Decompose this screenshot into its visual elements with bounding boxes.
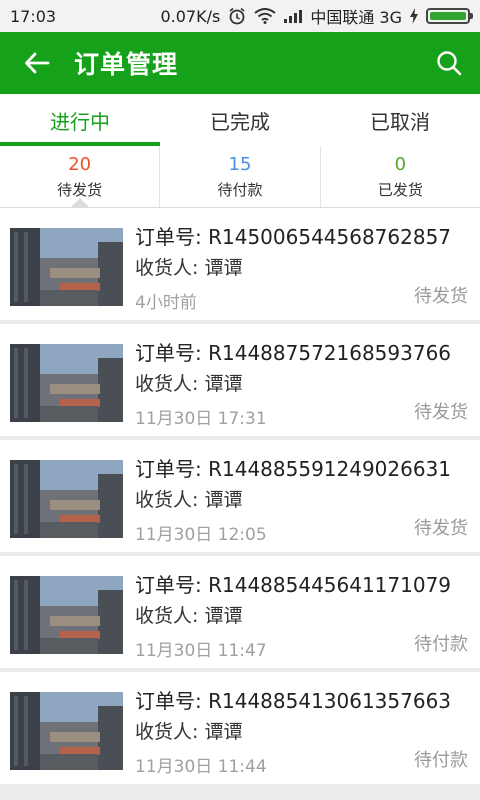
order-list: 订单号: R145006544568762857 收货人: 谭谭 4小时前 待发… [0, 208, 480, 788]
list-item[interactable]: 订单号: R144885413061357663 收货人: 谭谭 11月30日 … [0, 672, 480, 784]
list-item[interactable]: 订单号: R144885445641171079 收货人: 谭谭 11月30日 … [0, 556, 480, 668]
order-status: 待发货 [414, 518, 468, 539]
pending-shipment-count: 20 [68, 153, 92, 175]
order-number: 订单号: R144885445641171079 [135, 573, 452, 597]
status-time: 17:03 [10, 6, 57, 26]
order-receiver: 收货人: 谭谭 [135, 373, 243, 395]
shipped-label: 已发货 [377, 180, 423, 199]
substatus-shipped[interactable]: 0 已发货 [321, 146, 480, 207]
list-item[interactable]: 订单号: R144887572168593766 收货人: 谭谭 11月30日 … [0, 324, 480, 436]
back-button[interactable] [0, 32, 74, 94]
search-icon [437, 51, 462, 76]
product-thumbnail [10, 576, 123, 654]
battery-icon [426, 8, 473, 24]
product-thumbnail [10, 228, 123, 306]
shipped-count: 0 [394, 153, 407, 175]
product-thumbnail [10, 692, 123, 770]
order-receiver: 收货人: 谭谭 [135, 605, 243, 627]
order-status: 待付款 [414, 634, 468, 655]
substatus-pending-payment[interactable]: 15 待付款 [160, 146, 321, 207]
page-title: 订单管理 [74, 50, 179, 79]
network-speed: 0.07K/s [160, 6, 221, 26]
tab-completed[interactable]: 已完成 [160, 94, 320, 146]
product-thumbnail [10, 344, 123, 422]
pending-payment-count: 15 [228, 153, 252, 175]
alarm-icon [229, 7, 245, 25]
signal-icon [284, 9, 303, 23]
substatus-bar: 20 待发货 15 待付款 0 已发货 [0, 146, 480, 208]
status-right: 0.07K/s 中国联通 3G [160, 4, 473, 28]
charging-icon [410, 8, 418, 24]
active-pointer-icon [69, 198, 90, 208]
pending-shipment-label: 待发货 [57, 180, 103, 199]
order-receiver: 收货人: 谭谭 [135, 257, 243, 279]
list-item[interactable]: 订单号: R144885591249026631 收货人: 谭谭 11月30日 … [0, 440, 480, 552]
order-receiver: 收货人: 谭谭 [135, 721, 243, 743]
list-item[interactable]: 订单号: R145006544568762857 收货人: 谭谭 4小时前 待发… [0, 208, 480, 320]
app-bar: 订单管理 [0, 32, 480, 94]
order-status: 待付款 [414, 750, 468, 771]
substatus-pending-shipment[interactable]: 20 待发货 [0, 146, 161, 208]
order-status: 待发货 [414, 402, 468, 423]
search-button[interactable] [432, 46, 466, 80]
pending-payment-label: 待付款 [217, 180, 263, 199]
order-number: 订单号: R144885591249026631 [135, 457, 452, 481]
order-status: 待发货 [414, 286, 468, 307]
product-thumbnail [10, 460, 123, 538]
tab-cancelled[interactable]: 已取消 [320, 94, 480, 146]
tab-in-progress[interactable]: 进行中 [0, 94, 160, 146]
wifi-icon [254, 8, 276, 24]
carrier-label: 中国联通 3G [310, 8, 402, 27]
order-receiver: 收货人: 谭谭 [135, 489, 243, 511]
order-number: 订单号: R144885413061357663 [135, 689, 452, 713]
order-number: 订单号: R145006544568762857 [135, 225, 452, 249]
order-number: 订单号: R144887572168593766 [135, 341, 452, 365]
status-bar: 17:03 0.07K/s 中国联通 3G [0, 0, 480, 32]
order-tabs: 进行中 已完成 已取消 [0, 94, 480, 146]
back-arrow-icon [25, 52, 50, 74]
